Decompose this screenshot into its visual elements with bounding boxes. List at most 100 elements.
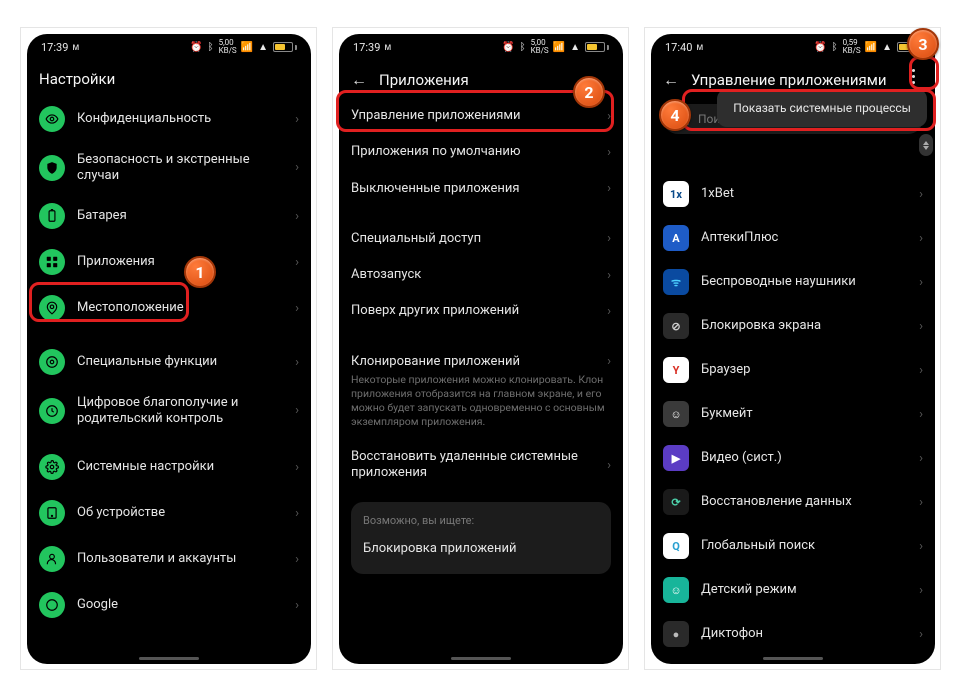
back-button[interactable]: ← (663, 70, 679, 90)
bluetooth-icon: ᛒ (832, 42, 839, 53)
menu-row[interactable]: Выключенные приложения › (339, 171, 623, 207)
app-icon: ● (663, 621, 689, 647)
settings-row[interactable]: Конфиденциальность› (27, 96, 311, 142)
home-indicator[interactable] (139, 657, 199, 660)
app-row[interactable]: ⊘Блокировка экрана› (651, 304, 935, 348)
status-bar: 17:39ᴍ ⏰ ᛒ 5,00KB/S 📶 ▲ (339, 34, 623, 60)
back-button[interactable]: ← (351, 70, 367, 90)
chevron-right-icon: › (607, 458, 611, 473)
chevron-right-icon: › (919, 275, 923, 290)
menu-label: Выключенные приложения (351, 181, 595, 197)
step-badge-4: 4 (659, 99, 691, 131)
menu-label: Управление приложениями (351, 108, 595, 124)
chevron-right-icon: › (295, 598, 299, 613)
alarm-icon: ⏰ (190, 42, 203, 53)
setting-label: Об устройстве (77, 505, 283, 521)
popup-show-system[interactable]: Показать системные процессы (717, 89, 927, 127)
apps-list[interactable]: 1x1xBet›ААптекиПлюс›ᯤБеспроводные наушни… (651, 172, 935, 656)
chevron-right-icon: › (607, 109, 611, 124)
overflow-menu-button[interactable] (901, 64, 925, 88)
app-icon: А (663, 225, 689, 251)
chevron-right-icon: › (919, 539, 923, 554)
app-row[interactable]: ᯤБеспроводные наушники› (651, 260, 935, 304)
settings-row[interactable]: Местоположение› (27, 285, 311, 331)
chevron-right-icon: › (919, 627, 923, 642)
bluetooth-icon: ᛒ (208, 42, 215, 53)
setting-label: Пользователи и аккаунты (77, 551, 283, 567)
restore-row[interactable]: Восстановить удаленные системные приложе… (339, 439, 623, 492)
step-badge-2: 2 (573, 76, 605, 108)
menu-label: Приложения по умолчанию (351, 144, 595, 160)
chevron-right-icon: › (295, 160, 299, 175)
status-bar: 17:39ᴍ ⏰ ᛒ 5,00KB/S 📶 ▲ (27, 34, 311, 60)
menu-row[interactable]: Поверх других приложений› (339, 293, 623, 329)
setting-icon (39, 203, 65, 229)
fast-scroll-handle[interactable] (919, 134, 933, 156)
chevron-right-icon: › (919, 363, 923, 378)
app-row[interactable]: ● Диктофон › (651, 612, 935, 656)
chevron-right-icon: › (919, 187, 923, 202)
setting-icon (39, 454, 65, 480)
phone-settings-root: 17:39ᴍ ⏰ ᛒ 5,00KB/S 📶 ▲ Настройки Конфид… (27, 34, 311, 664)
wifi-icon: ▲ (882, 42, 893, 53)
app-label: Блокировка экрана (701, 318, 907, 334)
status-time: 17:39 (353, 41, 380, 54)
app-row[interactable]: ☺Детский режим› (651, 568, 935, 612)
setting-icon (39, 546, 65, 572)
menu-row[interactable]: Приложения по умолчанию› (339, 134, 623, 170)
settings-row[interactable]: Батарея› (27, 193, 311, 239)
menu-row[interactable]: Специальный доступ› (339, 221, 623, 257)
app-row[interactable]: ⟳ Восстановление данных › (651, 480, 935, 524)
apps-menu-list: Управление приложениями › Приложения по ум… (339, 98, 623, 574)
setting-icon (39, 106, 65, 132)
chevron-right-icon: › (295, 355, 299, 370)
battery-icon (585, 42, 609, 52)
setting-icon (39, 349, 65, 375)
menu-label: Поверх других приложений (351, 303, 595, 319)
settings-row[interactable]: Специальные функции › (27, 339, 311, 385)
setting-label: Google (77, 597, 283, 613)
settings-row[interactable]: Пользователи и аккаунты › (27, 536, 311, 582)
chevron-right-icon: › (919, 495, 923, 510)
home-indicator[interactable] (451, 657, 511, 660)
app-icon: ⟳ (663, 489, 689, 515)
card-item[interactable]: Блокировка приложений (363, 535, 599, 562)
chevron-right-icon: › (295, 403, 299, 418)
status-time: 17:40 (665, 41, 692, 54)
app-row[interactable]: 1x1xBet› (651, 172, 935, 216)
suggestion-card: Возможно, вы ищете: Блокировка приложений (351, 502, 611, 574)
chevron-right-icon: › (295, 552, 299, 567)
chevron-right-icon: › (607, 181, 611, 196)
setting-label: Специальные функции (77, 354, 283, 370)
phone-app-management: 17:40ᴍ ⏰ ᛒ 0,59KB/S 📶 ▲ ← Управление при… (651, 34, 935, 664)
app-row[interactable]: QГлобальный поиск› (651, 524, 935, 568)
settings-row[interactable]: Системные настройки› (27, 444, 311, 490)
card-hint: Возможно, вы ищете: (363, 514, 599, 527)
setting-icon (39, 500, 65, 526)
settings-row[interactable]: Об устройстве› (27, 490, 311, 536)
app-row[interactable]: ААптекиПлюс› (651, 216, 935, 260)
clone-header[interactable]: Клонирование приложений› (339, 344, 623, 373)
settings-row[interactable]: Приложения› (27, 239, 311, 285)
app-row[interactable]: ▶Видео (сист.)› (651, 436, 935, 480)
app-label: Глобальный поиск (701, 538, 907, 554)
setting-label: Местоположение (77, 300, 283, 316)
signal-icon: 📶 (865, 42, 878, 53)
settings-list[interactable]: Конфиденциальность›Безопасность и экстре… (27, 96, 311, 628)
settings-row[interactable]: Цифровое благополучие и родительский кон… (27, 385, 311, 436)
menu-row[interactable]: Автозапуск› (339, 257, 623, 293)
alarm-icon: ⏰ (502, 42, 515, 53)
app-label: Восстановление данных (701, 494, 907, 510)
app-row[interactable]: YБраузер› (651, 348, 935, 392)
app-icon: ⊘ (663, 313, 689, 339)
app-icon: ᯤ (663, 269, 689, 295)
home-indicator[interactable] (763, 657, 823, 660)
page-title: Управление приложениями (691, 71, 923, 89)
settings-row[interactable]: Google › (27, 582, 311, 628)
setting-label: Безопасность и экстренные случаи (77, 152, 283, 183)
app-row[interactable]: ☺Букмейт› (651, 392, 935, 436)
chevron-right-icon: › (295, 460, 299, 475)
app-label: Диктофон (701, 626, 907, 642)
chevron-right-icon: › (919, 407, 923, 422)
settings-row[interactable]: Безопасность и экстренные случаи › (27, 142, 311, 193)
